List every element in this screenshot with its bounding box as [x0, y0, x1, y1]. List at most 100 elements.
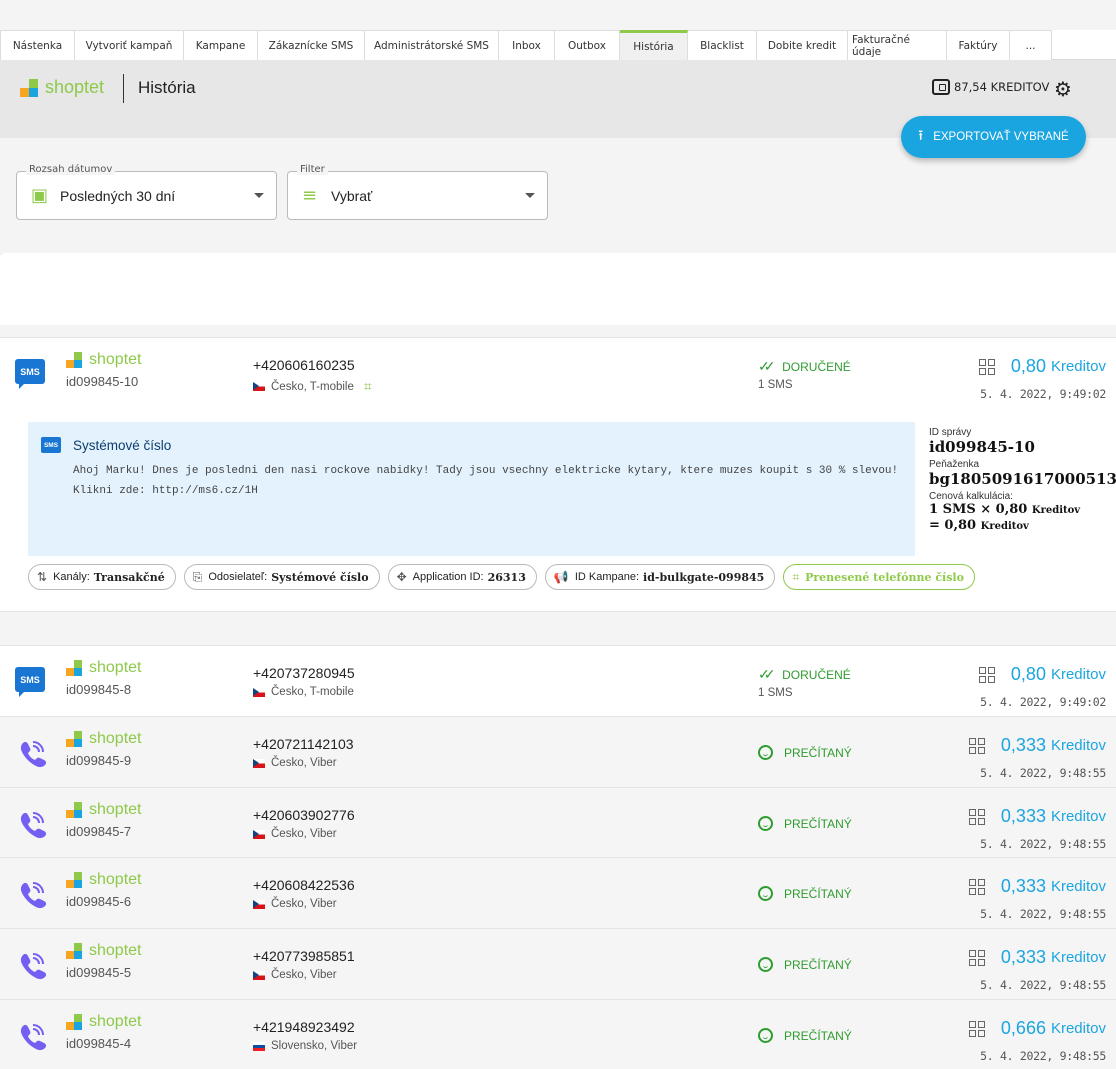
- tab-vytvori-kampa[interactable]: Vytvoriť kampaň: [75, 30, 184, 60]
- sms-parts: 1 SMS: [758, 687, 793, 699]
- price-unit: Kreditov: [1050, 666, 1106, 683]
- sms-icon: SMS: [15, 359, 45, 389]
- viber-icon: [15, 736, 49, 774]
- sender-logo: shoptet: [66, 942, 141, 960]
- price-detail-icon[interactable]: [968, 878, 985, 895]
- country-operator: Česko, T-mobile: [271, 686, 354, 698]
- recipient-phone[interactable]: +420773985851: [253, 948, 355, 964]
- price-detail-icon[interactable]: [968, 808, 985, 825]
- price-calc-line1-text: 1 SMS × 0,80: [929, 502, 1028, 517]
- message-id-value: id099845-10: [929, 438, 1035, 456]
- price-detail-icon[interactable]: [968, 1020, 985, 1037]
- chip-channels[interactable]: ⇅ Kanály: Transakčné: [28, 564, 176, 590]
- message-row[interactable]: shoptet id099845-5 +420773985851 Česko, Vib…: [0, 928, 1116, 999]
- sender-logo: shoptet: [66, 659, 141, 677]
- message-id: id099845-7: [66, 824, 132, 839]
- message-row[interactable]: shoptet id099845-6 +420608422536 Česko, Vib…: [0, 857, 1116, 928]
- message-meta: ID správy id099845-10 Peňaženka bg180509…: [929, 427, 1116, 534]
- price-detail-icon[interactable]: [968, 949, 985, 966]
- tab-blacklist[interactable]: Blacklist: [688, 30, 757, 60]
- tab-inbox[interactable]: Inbox: [499, 30, 555, 60]
- recipient-phone[interactable]: +421948923492: [253, 1019, 355, 1035]
- date-range-select[interactable]: Rozsah dátumov ▣ Posledných 30 dní: [16, 164, 277, 220]
- sender-icon: ⎘: [192, 569, 203, 584]
- recipient-phone[interactable]: +420606160235: [253, 357, 355, 373]
- recipient-phone[interactable]: +420603902776: [253, 807, 355, 823]
- price-calc-line1: 1 SMS × 0,80 Kreditov: [929, 502, 1109, 518]
- country-operator: Česko, Viber: [271, 898, 337, 910]
- settings-gear-icon[interactable]: ⚙: [1054, 77, 1072, 101]
- message-id: id099845-6: [66, 894, 132, 909]
- tab-fakt-ry[interactable]: Faktúry: [947, 30, 1010, 60]
- channels-icon: ⇅: [37, 570, 48, 584]
- chip-application[interactable]: ✥ Application ID: 26313: [387, 564, 537, 590]
- shoptet-logo-icon: [66, 731, 84, 747]
- message-id: id099845-10: [66, 374, 139, 389]
- tab-outbox[interactable]: Outbox: [555, 30, 620, 60]
- read-smiley-icon: [758, 957, 773, 972]
- shoptet-logo: shoptet: [20, 77, 104, 98]
- filter-select[interactable]: Filter ≡ Vybrať: [287, 164, 548, 220]
- message-sender-title: Systémové číslo: [73, 437, 172, 453]
- chip-label: ID Kampane:: [574, 571, 640, 583]
- viber-icon: [15, 1019, 49, 1057]
- ported-number-icon: ⌗: [363, 378, 372, 394]
- status-text: PREČÍTANÝ: [784, 816, 852, 831]
- status-read: PREČÍTANÝ: [758, 957, 852, 972]
- price-amount: 0,666: [1000, 1018, 1046, 1038]
- credit-balance[interactable]: 87,54 KREDITOV: [932, 79, 1049, 95]
- tab-faktura-n-daje[interactable]: Fakturačné údaje: [848, 30, 947, 60]
- message-sender: SMS Systémové číslo: [41, 437, 171, 453]
- tab-n-stenka[interactable]: Nástenka: [0, 30, 75, 60]
- application-icon: ✥: [396, 570, 407, 584]
- sender-logo-text: shoptet: [89, 1013, 142, 1030]
- status-text: PREČÍTANÝ: [784, 745, 852, 760]
- export-selected-label: EXPORTOVAŤ VYBRANÉ: [933, 131, 1069, 143]
- price-detail-icon[interactable]: [978, 666, 995, 683]
- message-row[interactable]: shoptet id099845-4 +421948923492 Slovensko,…: [0, 999, 1116, 1069]
- price-detail-icon[interactable]: [968, 737, 985, 754]
- tab-z-kazn-cke-sms[interactable]: Zákaznícke SMS: [258, 30, 365, 60]
- sender-logo-text: shoptet: [89, 659, 142, 676]
- recipient-phone[interactable]: +420737280945: [253, 665, 355, 681]
- date-range-value: Posledných 30 dní: [60, 188, 176, 204]
- viber-icon: [15, 948, 49, 986]
- sender-logo: shoptet: [66, 1013, 141, 1031]
- tab-dobite-kredit[interactable]: Dobite kredit: [757, 30, 848, 60]
- filter-label: Filter: [297, 164, 328, 175]
- price-amount: 0,80: [1010, 356, 1046, 376]
- chip-sender[interactable]: ⎘ Odosielateľ: Systémové číslo: [183, 564, 380, 590]
- price-detail-icon[interactable]: [978, 358, 995, 375]
- chip-value: 26313: [487, 570, 526, 584]
- chip-campaign[interactable]: 📢 ID Kampane: id-bulkgate-099845: [544, 564, 776, 590]
- message-row[interactable]: shoptet id099845-9 +420721142103 Česko, Vib…: [0, 716, 1116, 787]
- recipient-phone[interactable]: +420721142103: [253, 736, 354, 752]
- recipient-phone[interactable]: +420608422536: [253, 877, 355, 893]
- message-row[interactable]: SMS shoptet id099845-10 +420606160235 Česko,…: [0, 337, 1116, 407]
- sent-date: 5. 4. 2022, 9:48:55: [980, 978, 1106, 992]
- sent-date: 5. 4. 2022, 9:49:02: [980, 695, 1106, 709]
- flag-icon: [253, 899, 265, 909]
- sender-logo: shoptet: [66, 801, 141, 819]
- chip-value: Prenesené telefónne číslo: [805, 570, 964, 584]
- flag-icon: [253, 970, 265, 980]
- price-calc-line2-unit: Kreditov: [980, 521, 1029, 532]
- export-selected-button[interactable]: ⭱ EXPORTOVAŤ VYBRANÉ: [901, 116, 1086, 158]
- sent-date: 5. 4. 2022, 9:48:55: [980, 766, 1106, 780]
- price-amount: 0,333: [1000, 876, 1046, 896]
- chip-ported-number[interactable]: ⌗ Prenesené telefónne číslo: [783, 564, 975, 590]
- message-row[interactable]: SMS shoptet id099845-8 +420737280945 Česko, …: [0, 645, 1116, 716]
- message-id-label: ID správy: [929, 427, 972, 438]
- tab-hist-ria[interactable]: História: [620, 30, 688, 60]
- sender-logo-text: shoptet: [89, 730, 142, 747]
- credit-balance-text: 87,54 KREDITOV: [954, 80, 1050, 94]
- tab-kampane[interactable]: Kampane: [184, 30, 258, 60]
- price: 0,333 Kreditov: [968, 735, 1106, 756]
- chip-label: Odosielateľ:: [208, 571, 268, 583]
- wallet-value: bg1805091617000513: [929, 470, 1116, 488]
- tab-administr-torsk-sms[interactable]: Administrátorské SMS: [365, 30, 499, 60]
- tab-more[interactable]: ...: [1010, 30, 1052, 60]
- header-divider: [123, 74, 124, 103]
- message-row[interactable]: shoptet id099845-7 +420603902776 Česko, Vib…: [0, 787, 1116, 857]
- country-operator: Slovensko, Viber: [271, 1040, 358, 1052]
